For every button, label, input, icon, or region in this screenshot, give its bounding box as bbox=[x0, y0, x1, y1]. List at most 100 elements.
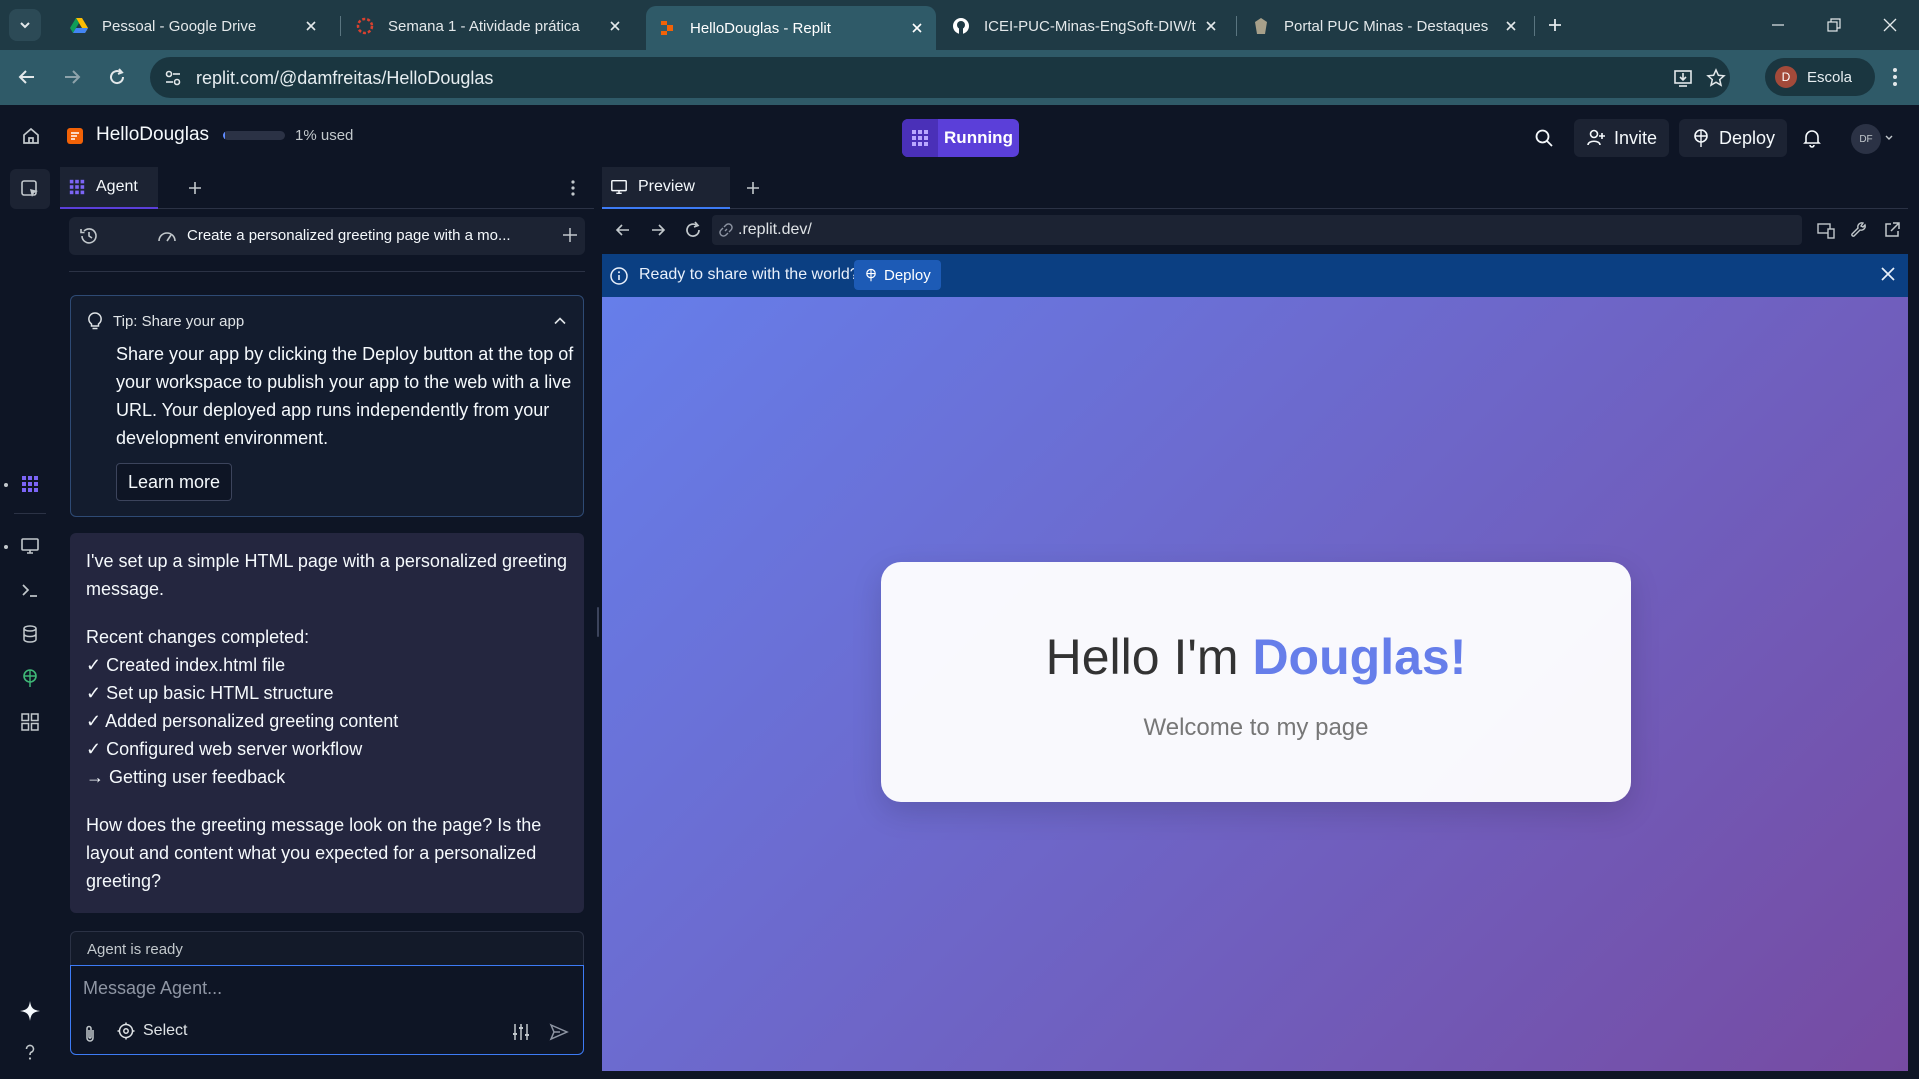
close-icon[interactable] bbox=[1202, 17, 1220, 35]
deploy-button[interactable]: Deploy bbox=[1679, 119, 1788, 157]
banner-deploy-button[interactable]: Deploy bbox=[854, 260, 941, 290]
sparkle-icon bbox=[20, 1001, 40, 1021]
tip-body: Share your app by clicking the Deploy bu… bbox=[116, 344, 574, 448]
more-vertical-icon bbox=[571, 180, 575, 196]
bell-icon bbox=[1803, 130, 1821, 148]
browser-tab[interactable]: Semana 1 - Atividade prática bbox=[344, 8, 634, 44]
back-button[interactable] bbox=[12, 62, 42, 92]
message-input[interactable]: Message Agent... bbox=[83, 978, 222, 999]
open-new-tab-button[interactable] bbox=[1881, 219, 1903, 241]
run-button[interactable]: Running bbox=[902, 119, 1019, 157]
new-thread-button[interactable] bbox=[561, 226, 579, 244]
close-icon[interactable] bbox=[908, 19, 926, 37]
project-name[interactable]: HelloDouglas bbox=[96, 124, 209, 146]
address-bar[interactable]: replit.com/@damfreitas/HelloDouglas bbox=[150, 57, 1730, 98]
active-indicator-dot bbox=[4, 545, 8, 549]
attach-button[interactable] bbox=[81, 1024, 99, 1044]
minimize-icon bbox=[1772, 24, 1784, 26]
preview-url-text: .replit.dev/ bbox=[738, 221, 812, 238]
home-button[interactable] bbox=[16, 121, 46, 151]
close-icon[interactable] bbox=[302, 17, 320, 35]
pane-options-button[interactable] bbox=[562, 177, 584, 199]
pane-resize-handle[interactable] bbox=[594, 167, 602, 1079]
invite-button[interactable]: Invite bbox=[1574, 119, 1670, 157]
browser-tab-active[interactable]: HelloDouglas - Replit bbox=[646, 6, 936, 50]
browser-tab[interactable]: Portal PUC Minas - Destaques bbox=[1240, 8, 1530, 44]
tab-search-button[interactable] bbox=[9, 9, 41, 41]
arrow-left-icon bbox=[18, 70, 34, 84]
tab-title: Portal PUC Minas - Destaques bbox=[1284, 17, 1489, 35]
user-avatar[interactable]: DF bbox=[1851, 124, 1881, 154]
notifications-button[interactable] bbox=[1802, 119, 1822, 157]
preview-url-bar: .replit.dev/ bbox=[602, 209, 1908, 251]
profile-button[interactable]: D Escola bbox=[1765, 58, 1875, 96]
browser-tab-strip: Pessoal - Google Drive Semana 1 - Ativid… bbox=[0, 0, 1919, 50]
message-intro: I've set up a simple HTML page with a pe… bbox=[86, 551, 568, 599]
reload-icon bbox=[686, 221, 700, 237]
google-drive-icon bbox=[70, 17, 88, 35]
arrow-right-icon bbox=[652, 224, 666, 236]
greeting-subtitle: Welcome to my page bbox=[1143, 714, 1369, 741]
site-settings-icon[interactable] bbox=[162, 67, 184, 89]
devices-button[interactable] bbox=[1815, 219, 1837, 241]
new-tab-button[interactable] bbox=[1542, 12, 1568, 38]
preview-reload-button[interactable] bbox=[682, 219, 704, 241]
devtools-button[interactable] bbox=[1848, 219, 1870, 241]
usage-text: 1% used bbox=[295, 127, 354, 144]
tab-agent[interactable]: Agent bbox=[60, 167, 158, 209]
forward-button[interactable] bbox=[57, 62, 87, 92]
tab-agent-label: Agent bbox=[96, 178, 138, 195]
reload-button[interactable] bbox=[102, 62, 132, 92]
greeting-heading: Hello I'm Douglas! bbox=[881, 628, 1631, 686]
plus-icon bbox=[563, 228, 577, 242]
browser-tab[interactable]: ICEI-PUC-Minas-EngSoft-DIW/t bbox=[940, 8, 1230, 44]
install-app-icon[interactable] bbox=[1672, 67, 1694, 89]
close-banner-button[interactable] bbox=[1880, 266, 1896, 282]
learn-more-button[interactable]: Learn more bbox=[116, 463, 233, 501]
send-button[interactable] bbox=[549, 1022, 569, 1042]
close-window-button[interactable] bbox=[1870, 10, 1910, 40]
close-icon[interactable] bbox=[1502, 17, 1520, 35]
agent-tool-button[interactable] bbox=[16, 470, 44, 498]
restore-button[interactable] bbox=[1814, 10, 1854, 40]
files-toggle-button[interactable] bbox=[10, 169, 50, 209]
close-icon[interactable] bbox=[606, 17, 624, 35]
preview-tool-button[interactable] bbox=[16, 532, 44, 560]
profile-name: Escola bbox=[1807, 68, 1853, 86]
database-tool-button[interactable] bbox=[16, 620, 44, 648]
deployments-tool-button[interactable] bbox=[16, 664, 44, 692]
add-user-icon bbox=[1586, 128, 1606, 148]
select-element-button[interactable]: Select bbox=[117, 1022, 187, 1040]
bookmark-star-icon[interactable] bbox=[1705, 67, 1727, 89]
history-icon[interactable] bbox=[79, 226, 99, 246]
chevron-up-icon[interactable] bbox=[553, 314, 567, 328]
browser-tab[interactable]: Pessoal - Google Drive bbox=[58, 8, 330, 44]
thread-title[interactable]: Create a personalized greeting page with… bbox=[187, 227, 511, 244]
new-pane-tab-button[interactable] bbox=[184, 177, 206, 199]
preview-forward-button[interactable] bbox=[647, 219, 669, 241]
invite-label: Invite bbox=[1614, 127, 1658, 148]
preview-url-input[interactable]: .replit.dev/ bbox=[712, 215, 1802, 245]
preview-pane: Preview .replit.dev/ Ready to share with… bbox=[602, 167, 1908, 1071]
help-button[interactable] bbox=[16, 1038, 44, 1066]
preview-tabbar: Preview bbox=[602, 167, 1908, 209]
tip-card: Tip: Share your app Share your app by cl… bbox=[70, 295, 584, 517]
agent-composer[interactable]: Message Agent... Select bbox=[70, 965, 584, 1055]
tab-preview[interactable]: Preview bbox=[602, 167, 730, 209]
settings-sliders-button[interactable] bbox=[511, 1022, 531, 1042]
shell-tool-button[interactable] bbox=[16, 576, 44, 604]
new-pane-tab-button[interactable] bbox=[742, 177, 764, 199]
search-button[interactable] bbox=[1534, 119, 1554, 157]
minimize-button[interactable] bbox=[1758, 10, 1798, 40]
chevron-down-icon[interactable] bbox=[1884, 133, 1894, 143]
ai-sparkle-button[interactable] bbox=[16, 997, 44, 1025]
grid-icon bbox=[21, 713, 39, 731]
deploy-banner: Ready to share with the world? Deploy bbox=[602, 254, 1908, 297]
agent-pane: Agent Create a personalized greeting pag… bbox=[60, 167, 594, 1079]
replit-header: HelloDouglas 1% used Running Invite Depl… bbox=[0, 105, 1919, 167]
browser-menu-button[interactable] bbox=[1880, 62, 1910, 92]
tab-separator bbox=[340, 16, 341, 36]
all-tools-button[interactable] bbox=[16, 708, 44, 736]
preview-back-button[interactable] bbox=[612, 219, 634, 241]
changes-heading: Recent changes completed: bbox=[86, 627, 310, 647]
